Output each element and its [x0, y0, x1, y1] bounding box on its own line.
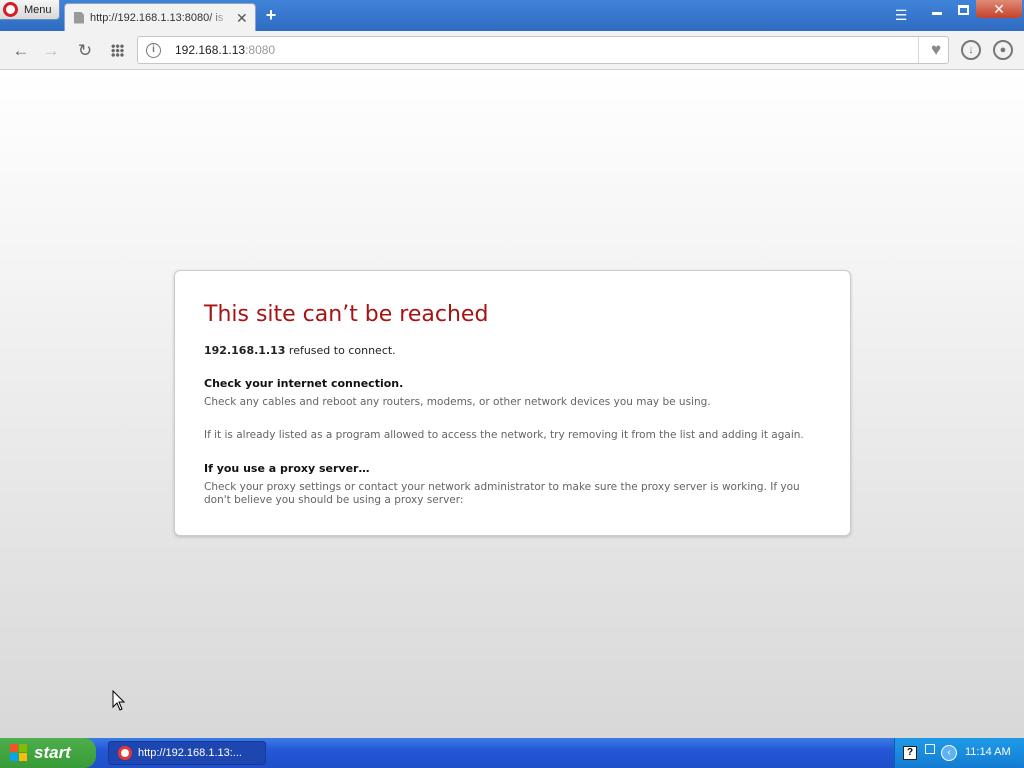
error-host: 192.168.1.13: [204, 344, 286, 357]
address-port: :8080: [245, 43, 276, 57]
error-card: This site can’t be reached 192.168.1.13 …: [174, 270, 851, 536]
browser-titlebar: Menu http://192.168.1.13:8080/ is ✕ + ☰ …: [0, 0, 1024, 31]
minimize-button[interactable]: [926, 0, 948, 20]
opera-logo-icon: [3, 2, 18, 17]
error-refused-text: refused to connect.: [285, 344, 396, 357]
check-connection-heading: Check your internet connection.: [204, 377, 404, 390]
menu-label: Menu: [24, 3, 52, 16]
bookmark-heart-icon[interactable]: ♥: [926, 40, 946, 60]
windows-logo-icon: [10, 744, 28, 762]
address-bar[interactable]: i 192.168.1.13:8080 ♥: [137, 36, 949, 64]
restore-icon: [957, 5, 969, 15]
back-arrow-icon[interactable]: ←: [10, 40, 32, 62]
address-text[interactable]: 192.168.1.13:8080: [175, 43, 275, 57]
minimize-icon: [932, 11, 942, 15]
tray-expand-icon[interactable]: ‹: [941, 745, 957, 761]
network-icon[interactable]: [925, 744, 935, 754]
start-label: start: [34, 743, 71, 762]
mouse-cursor-icon: [112, 690, 126, 711]
proxy-text: Check your proxy settings or contact you…: [204, 481, 800, 506]
address-divider: [918, 37, 919, 63]
downloads-icon[interactable]: ↓: [961, 40, 981, 60]
taskbar-item-browser[interactable]: http://192.168.1.13:...: [108, 741, 266, 765]
system-tray: ? ‹ 11:14 AM: [894, 738, 1024, 768]
reload-icon[interactable]: ↻: [74, 40, 96, 62]
grid-icon: [110, 44, 124, 57]
address-host: 192.168.1.13: [175, 43, 246, 57]
new-tab-button[interactable]: +: [262, 5, 280, 25]
help-icon[interactable]: ?: [903, 746, 917, 760]
browser-toolbar: ← → ↻ i 192.168.1.13:8080 ♥ ↓ ●: [0, 31, 1024, 70]
page-content: This site can’t be reached 192.168.1.13 …: [0, 70, 1024, 738]
opera-menu-button[interactable]: Menu: [0, 0, 60, 20]
start-button[interactable]: start: [0, 738, 96, 768]
tab-menu-icon[interactable]: ☰: [890, 5, 912, 25]
error-summary: 192.168.1.13 refused to connect.: [204, 344, 396, 357]
proxy-heading: If you use a proxy server…: [204, 462, 370, 475]
check-connection-text: Check any cables and reboot any routers,…: [204, 396, 711, 408]
page-icon: [74, 11, 84, 24]
speed-dial-grid-icon[interactable]: [106, 40, 128, 62]
tab-close-icon[interactable]: ✕: [236, 11, 248, 25]
forward-arrow-icon[interactable]: →: [40, 40, 62, 62]
firewall-text: If it is already listed as a program all…: [204, 429, 804, 441]
site-info-icon[interactable]: i: [146, 43, 161, 58]
account-icon[interactable]: ●: [993, 40, 1013, 60]
opera-icon: [118, 746, 132, 760]
tab-title: http://192.168.1.13:8080/ is: [90, 11, 224, 24]
restore-button[interactable]: [952, 0, 974, 20]
clock[interactable]: 11:14 AM: [965, 746, 1011, 758]
error-title: This site can’t be reached: [204, 302, 489, 327]
taskbar-item-label: http://192.168.1.13:...: [138, 747, 242, 759]
close-window-button[interactable]: ✕: [976, 0, 1022, 18]
taskbar: start http://192.168.1.13:... ? ‹ 11:14 …: [0, 738, 1024, 768]
tab-active[interactable]: http://192.168.1.13:8080/ is ✕: [64, 3, 256, 31]
